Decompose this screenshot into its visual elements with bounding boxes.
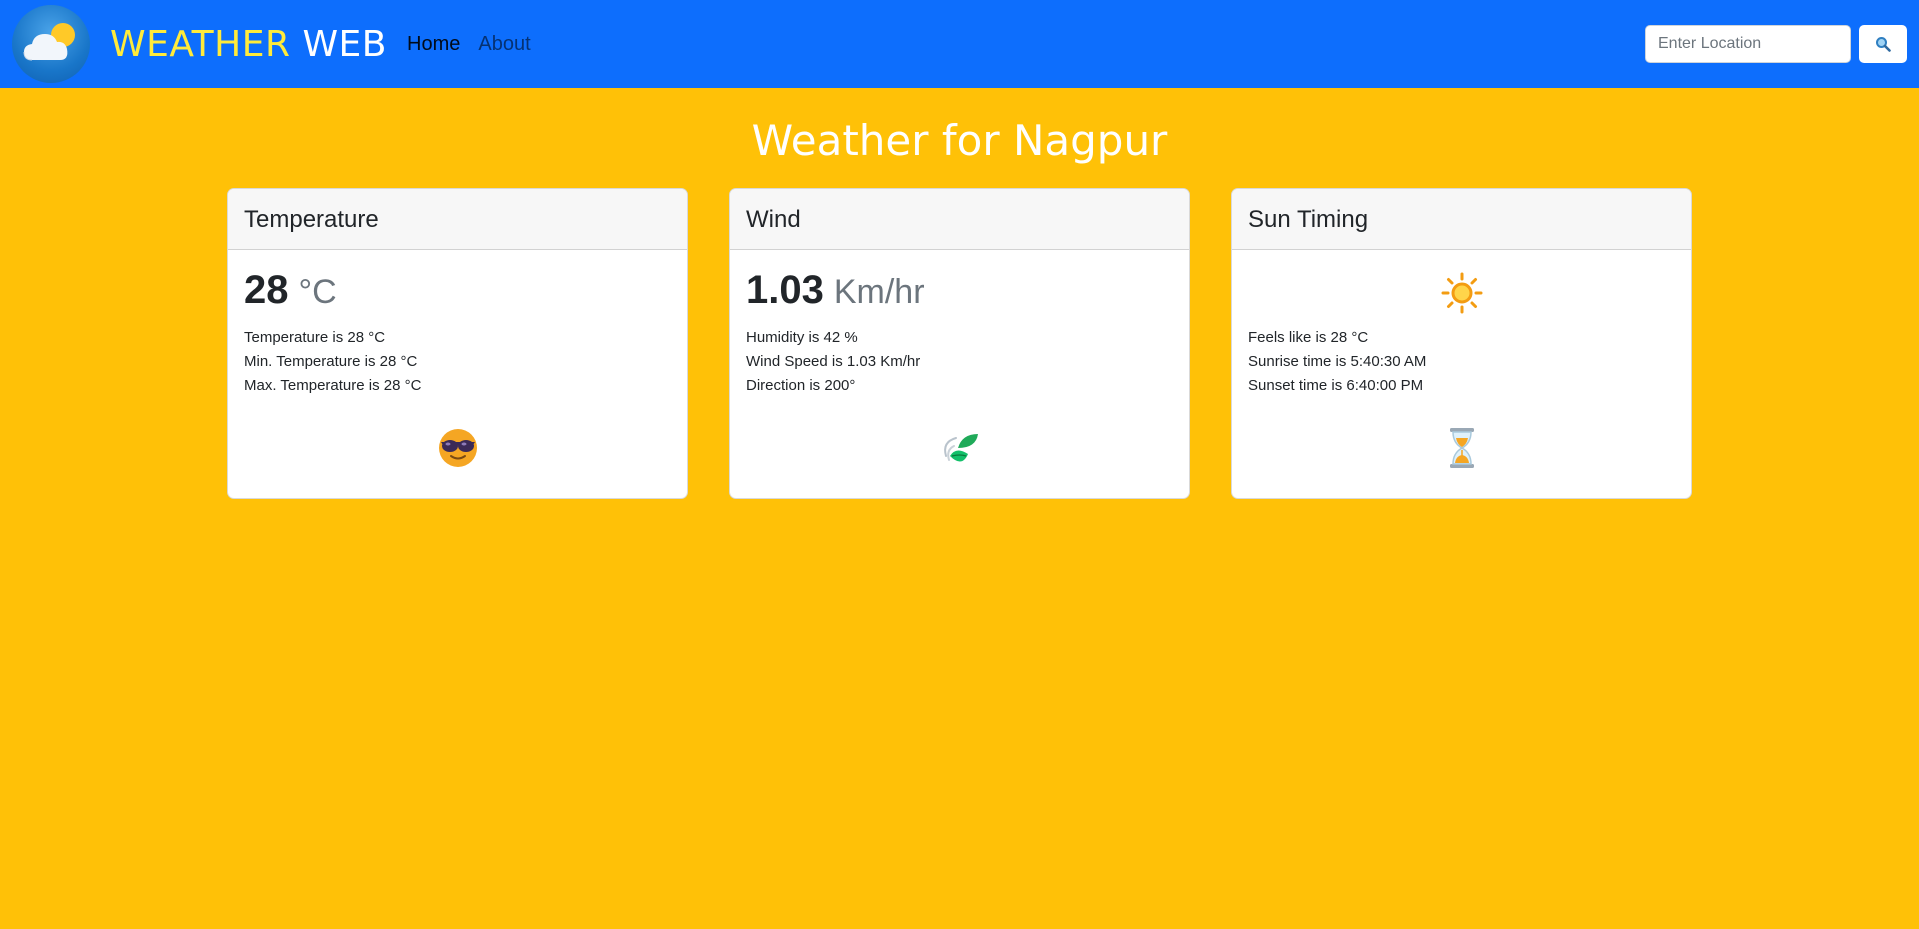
detail-line: Max. Temperature is 28 °C: [244, 377, 422, 394]
wind-value: 1.03: [746, 268, 824, 312]
sun-details: Feels like is 28 °C Sunrise time is 5:40…: [1248, 326, 1675, 398]
temperature-card: Temperature 28 °C Temperature is 28 °C M…: [227, 188, 688, 499]
detail-line: Sunset time is 6:40:00 PM: [1248, 377, 1424, 394]
card-header: Temperature: [228, 189, 687, 250]
detail-line: Temperature is 28 °C: [244, 329, 386, 346]
nav-links: Home About: [407, 33, 531, 56]
detail-line: Min. Temperature is 28 °C: [244, 353, 418, 370]
brand-part-2: WEB: [302, 23, 387, 65]
detail-line: Humidity is 42 %: [746, 329, 858, 346]
navbar: WEATHER WEB Home About: [0, 0, 1919, 88]
wind-readout: 1.03 Km/hr: [746, 268, 1173, 318]
nav-link-home[interactable]: Home: [407, 33, 460, 56]
page-title: Weather for Nagpur: [751, 116, 1168, 165]
card-body: 28 °C Temperature is 28 °C Min. Temperat…: [228, 250, 687, 498]
temperature-readout: 28 °C: [244, 268, 671, 318]
temperature-value: 28: [244, 268, 289, 312]
location-search-input[interactable]: [1645, 25, 1851, 63]
detail-line: Direction is 200°: [746, 377, 856, 394]
cloud-sun-icon[interactable]: [12, 5, 90, 83]
card-header: Sun Timing: [1232, 189, 1691, 250]
brand-part-1: WEATHER: [110, 23, 291, 65]
wind-card: Wind 1.03 Km/hr Humidity is 42 % Wind Sp…: [729, 188, 1190, 499]
wind-unit: Km/hr: [833, 273, 925, 311]
detail-line: Wind Speed is 1.03 Km/hr: [746, 353, 921, 370]
temperature-unit: °C: [298, 273, 337, 311]
detail-line: Sunrise time is 5:40:30 AM: [1248, 353, 1427, 370]
sunglasses-face-icon: [438, 429, 477, 467]
detail-line: Feels like is 28 °C: [1248, 329, 1369, 346]
sun-icon: [1441, 272, 1482, 314]
search-button[interactable]: [1859, 25, 1907, 63]
nav-link-about[interactable]: About: [478, 33, 530, 56]
leaf-wind-icon: [943, 434, 978, 462]
wind-details: Humidity is 42 % Wind Speed is 1.03 Km/h…: [746, 326, 1173, 398]
sun-timing-card: Sun Timing Feels like is 28 °C Sunrise t…: [1231, 188, 1692, 499]
magnifier-icon: [1876, 37, 1891, 52]
card-header: Wind: [730, 189, 1189, 250]
brand-title[interactable]: WEATHER WEB: [110, 24, 387, 65]
temperature-details: Temperature is 28 °C Min. Temperature is…: [244, 326, 671, 398]
search-form: [1645, 25, 1907, 63]
weather-cards: Temperature 28 °C Temperature is 28 °C M…: [0, 188, 1919, 499]
hourglass-icon: [1449, 428, 1474, 468]
card-body: Feels like is 28 °C Sunrise time is 5:40…: [1232, 250, 1691, 498]
card-body: 1.03 Km/hr Humidity is 42 % Wind Speed i…: [730, 250, 1189, 498]
